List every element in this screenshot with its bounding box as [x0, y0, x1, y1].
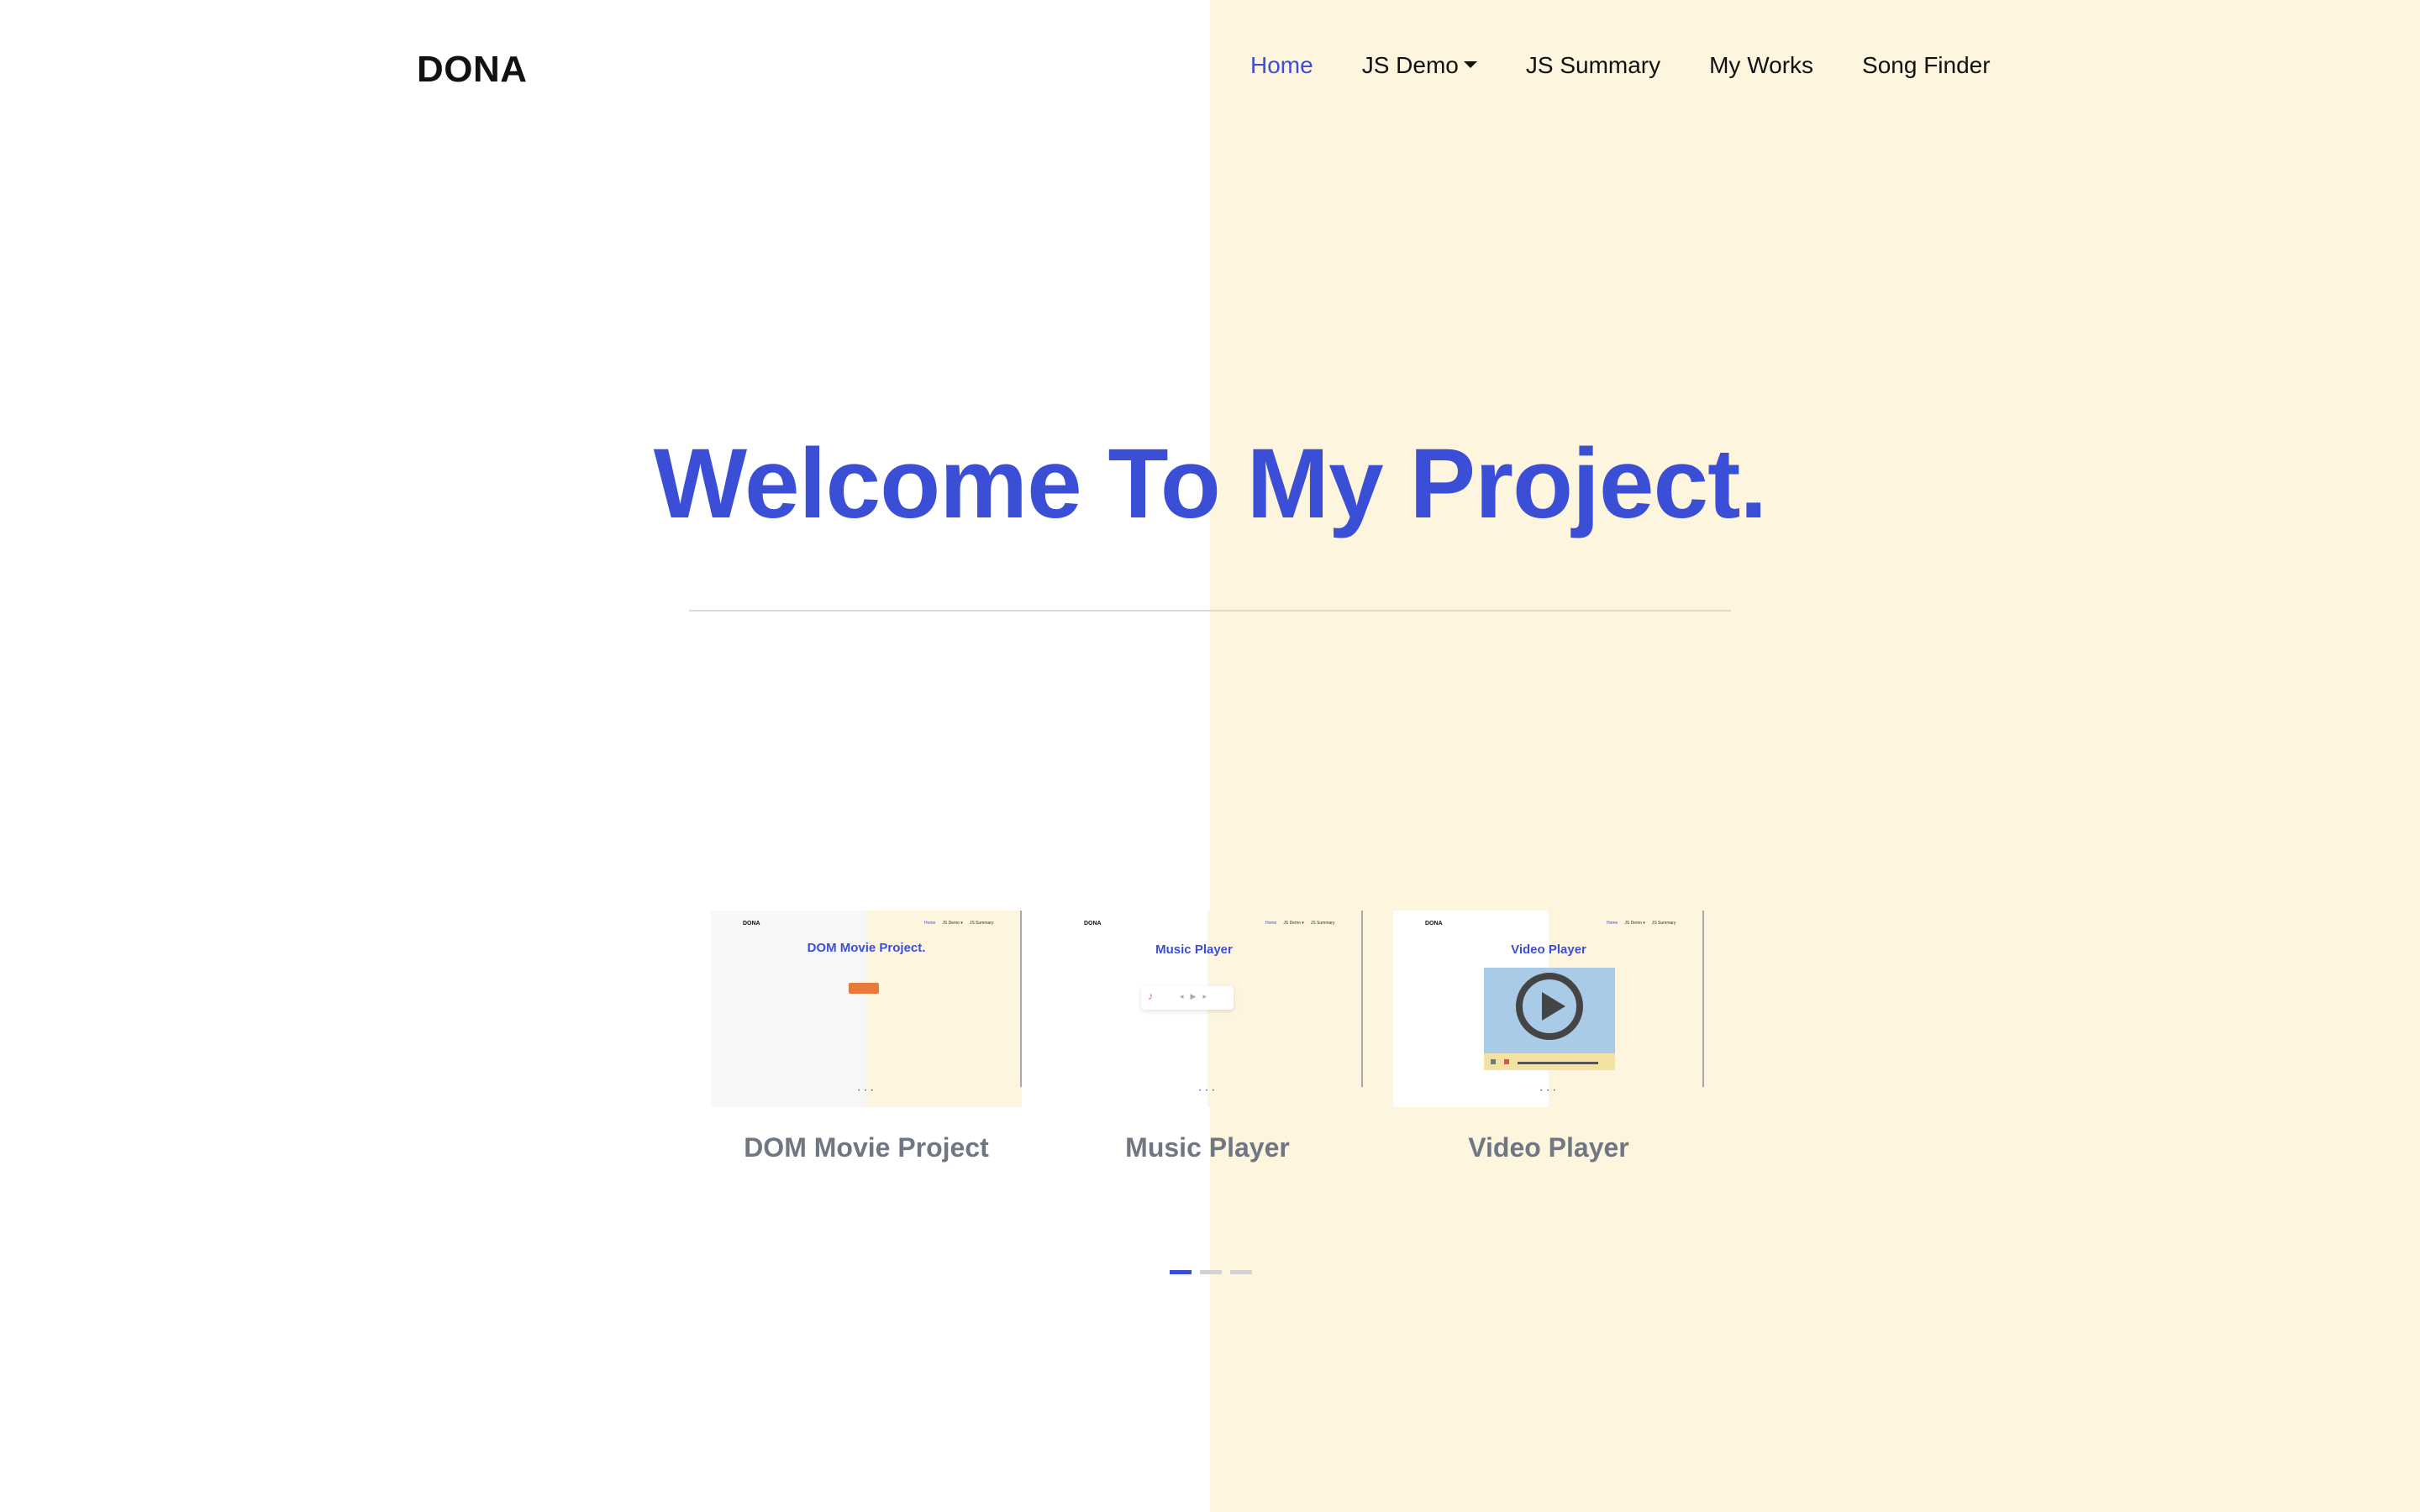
page: DONA Home JS Demo JS Summary My Works So…	[0, 0, 2420, 1512]
thumb-nav: Home JS Demo ▾ JS Summary	[1607, 921, 1676, 926]
thumb-dots: • • •	[858, 1089, 875, 1094]
thumb-button	[849, 983, 879, 994]
main-nav: Home JS Demo JS Summary My Works Song Fi…	[1250, 52, 1991, 79]
thumb-nav: Home JS Demo ▾ JS Summary	[924, 921, 994, 926]
nav-item-my-works[interactable]: My Works	[1709, 52, 1813, 79]
carousel-indicator[interactable]	[1230, 1270, 1252, 1274]
carousel-indicator[interactable]	[1200, 1270, 1222, 1274]
caret-down-icon	[1463, 60, 1477, 68]
video-control-bar	[1484, 1053, 1615, 1070]
player-controls-icon: ◂▶▸	[1180, 992, 1213, 1000]
thumb-logo: DONA	[1084, 921, 1102, 927]
nav-item-js-demo-label: JS Demo	[1361, 52, 1459, 78]
hero-divider	[689, 610, 1731, 612]
thumb-nav: Home JS Demo ▾ JS Summary	[1265, 921, 1335, 926]
play-icon	[1516, 973, 1583, 1040]
thumb-title: Music Player	[1155, 942, 1233, 957]
thumb-dots: • • •	[1199, 1089, 1216, 1094]
carousel-card-video-player[interactable]: DONA Home JS Demo ▾ JS Summary Video Pla…	[1393, 911, 1704, 1163]
thumb-dots: • • •	[1540, 1089, 1557, 1094]
right-background-panel	[1210, 0, 2420, 1512]
thumb-title: Video Player	[1511, 942, 1586, 957]
thumb-player: ♪ ◂▶▸	[1141, 986, 1234, 1010]
site-logo[interactable]: DONA	[417, 49, 528, 91]
carousel-indicators	[1170, 1270, 1252, 1274]
hero-title: Welcome To My Project.	[653, 428, 1767, 539]
carousel-card-dom-movie[interactable]: DONA Home JS Demo ▾ JS Summary DOM Movie…	[711, 911, 1022, 1163]
nav-item-home[interactable]: Home	[1250, 52, 1313, 79]
card-thumbnail[interactable]: DONA Home JS Demo ▾ JS Summary Music Pla…	[1052, 911, 1363, 1107]
carousel-card-music-player[interactable]: DONA Home JS Demo ▾ JS Summary Music Pla…	[1052, 911, 1363, 1163]
carousel-indicator[interactable]	[1170, 1270, 1192, 1274]
nav-item-js-summary[interactable]: JS Summary	[1526, 52, 1660, 79]
card-label[interactable]: DOM Movie Project	[711, 1132, 1022, 1163]
nav-item-js-demo[interactable]: JS Demo	[1362, 52, 1477, 79]
card-label[interactable]: Music Player	[1052, 1132, 1363, 1163]
card-thumbnail[interactable]: DONA Home JS Demo ▾ JS Summary Video Pla…	[1393, 911, 1704, 1107]
thumb-logo: DONA	[1425, 921, 1443, 927]
card-thumbnail[interactable]: DONA Home JS Demo ▾ JS Summary DOM Movie…	[711, 911, 1022, 1107]
thumb-title: DOM Movie Project.	[807, 941, 926, 955]
nav-item-song-finder[interactable]: Song Finder	[1862, 52, 1991, 79]
thumb-logo: DONA	[743, 921, 760, 927]
music-art-icon: ♪	[1148, 990, 1154, 1002]
card-label[interactable]: Video Player	[1393, 1132, 1704, 1163]
thumb-video	[1484, 968, 1615, 1070]
